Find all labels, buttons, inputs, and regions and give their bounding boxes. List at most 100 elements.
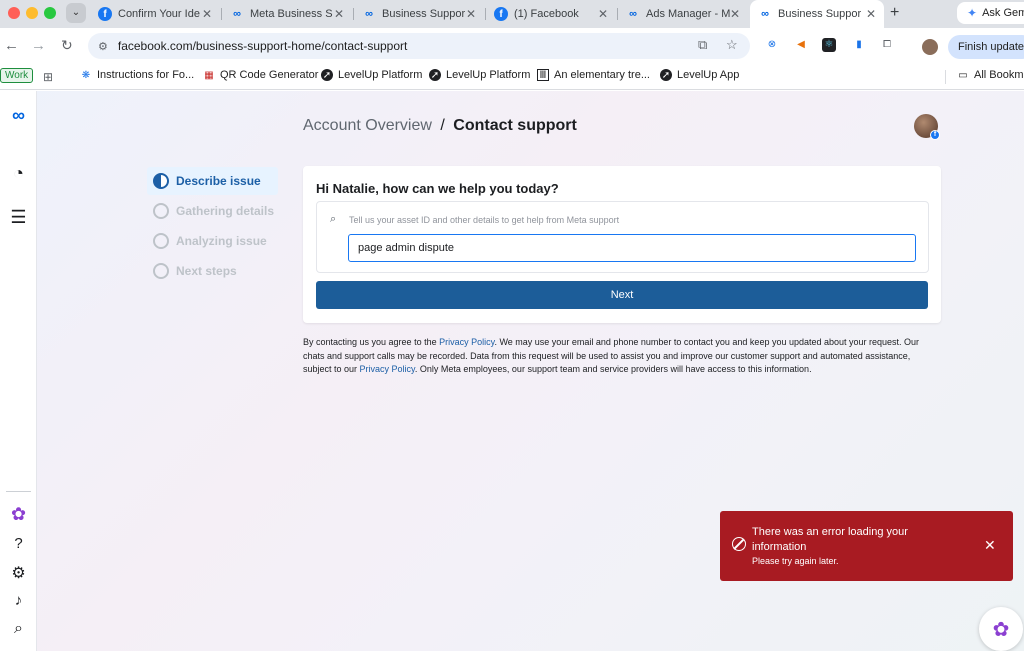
close-tab-icon[interactable]: ✕ — [202, 7, 212, 21]
levelup-rocket-icon: ➚ — [660, 69, 672, 81]
extension-docs-icon[interactable]: ▮ — [852, 38, 866, 52]
browser-tab[interactable]: ∞ Business Suppor ✕ — [354, 0, 484, 28]
half-filled-circle-icon — [153, 173, 169, 189]
search-icon[interactable]: ⌕ — [0, 620, 37, 638]
tab-title: Meta Business S — [250, 8, 333, 20]
levelup-rocket-icon: ➚ — [429, 69, 441, 81]
extension-shield-icon[interactable]: ⊗ — [765, 38, 779, 52]
step-list: Describe issue Gathering details Analyzi… — [147, 167, 278, 287]
browser-profile-avatar[interactable] — [922, 39, 938, 55]
notifications-bell-icon[interactable]: ♪ — [0, 592, 37, 609]
bookmark-levelup-platform[interactable]: ➚ LevelUp Platform — [321, 69, 422, 81]
bookmark-label: Instructions for Fo... — [97, 69, 195, 81]
breadcrumb: Account Overview / Contact support — [303, 117, 577, 135]
step-analyzing-issue: Analyzing issue — [147, 227, 278, 255]
menu-hamburger-icon[interactable]: ☰ — [0, 207, 37, 228]
meta-icon: ∞ — [365, 8, 373, 20]
privacy-policy-link[interactable]: Privacy Policy — [439, 337, 494, 347]
page-title: Contact support — [453, 117, 577, 134]
browser-tab-active[interactable]: ∞ Business Suppor ✕ — [750, 0, 884, 28]
empty-circle-icon — [153, 203, 169, 219]
meta-logo-icon[interactable]: ∞ — [0, 105, 37, 126]
all-bookmarks-folder[interactable]: ▭ All Bookma — [957, 69, 1024, 81]
library-columns-icon: Ⅲ — [537, 69, 549, 81]
privacy-disclaimer: By contacting us you agree to the Privac… — [303, 336, 933, 377]
reload-icon[interactable]: ↻ — [61, 37, 73, 54]
disclaimer-text: By contacting us you agree to the — [303, 337, 440, 347]
meta-ai-assistant-button[interactable]: ✿ — [979, 607, 1023, 651]
meta-icon: ∞ — [761, 8, 769, 20]
close-tab-icon[interactable]: ✕ — [866, 7, 876, 21]
step-label: Describe issue — [176, 174, 261, 188]
settings-gear-icon[interactable]: ⚙ — [0, 563, 37, 583]
browser-tab[interactable]: f (1) Facebook ✕ — [486, 0, 616, 28]
meta-icon: ∞ — [233, 8, 241, 20]
facebook-badge-icon: f — [930, 130, 940, 140]
toast-title: There was an error loading your informat… — [752, 526, 908, 553]
close-toast-icon[interactable]: ✕ — [984, 537, 996, 554]
tab-title: Business Suppor — [778, 8, 862, 20]
close-tab-icon[interactable]: ✕ — [598, 7, 608, 21]
help-question-icon[interactable]: ? — [0, 535, 37, 552]
apps-grid-icon[interactable]: ⊞ — [43, 70, 53, 84]
browser-tab[interactable]: f Confirm Your Ide ✕ — [90, 0, 220, 28]
tab-title: (1) Facebook — [514, 8, 579, 20]
disclaimer-text: . Only Meta employees, our support team … — [414, 364, 812, 374]
qr-code-icon: ▦ — [204, 69, 214, 81]
tab-strip: ⌄ f Confirm Your Ide ✕ ∞ Meta Business S… — [0, 0, 1024, 28]
finish-update-button[interactable]: Finish update — [948, 35, 1024, 59]
issue-description-input[interactable] — [348, 234, 916, 262]
privacy-policy-link[interactable]: Privacy Policy — [360, 364, 415, 374]
close-tab-icon[interactable]: ✕ — [334, 7, 344, 21]
bookmark-instructions[interactable]: ❋ Instructions for Fo... — [80, 69, 194, 81]
step-label: Analyzing issue — [176, 234, 267, 248]
back-arrow-icon[interactable]: ← — [4, 37, 19, 54]
tab-search-chevron-icon[interactable]: ⌄ — [66, 3, 86, 23]
maximize-window-button[interactable] — [44, 7, 56, 19]
search-hint: Tell us your asset ID and other details … — [349, 215, 620, 225]
browser-tab[interactable]: ∞ Meta Business S ✕ — [222, 0, 352, 28]
install-app-icon[interactable]: ⧉ — [698, 37, 707, 53]
bookmark-label: QR Code Generator — [220, 69, 319, 81]
dashboard-gauge-icon[interactable]: ◔ — [0, 163, 37, 184]
step-describe-issue: Describe issue — [147, 167, 278, 195]
minimize-window-button[interactable] — [26, 7, 38, 19]
bookmark-elementary-treatise[interactable]: Ⅲ An elementary tre... — [537, 69, 650, 81]
extension-react-icon[interactable]: ⚛ — [822, 38, 836, 52]
sparkle-search-icon: ⌕ — [330, 213, 337, 225]
address-toolbar: ← → ↻ ⚙ facebook.com/business-support-ho… — [0, 28, 1024, 64]
close-window-button[interactable] — [8, 7, 20, 19]
toast-subtitle: Please try again later. — [752, 556, 839, 566]
next-button[interactable]: Next — [316, 281, 928, 309]
bookmark-favicon-icon: ❋ — [81, 69, 91, 81]
url-text[interactable]: facebook.com/business-support-home/conta… — [118, 39, 407, 53]
step-label: Gathering details — [176, 204, 275, 218]
extensions-puzzle-icon[interactable]: ⧠ — [880, 38, 894, 52]
levelup-rocket-icon: ➚ — [321, 69, 333, 81]
empty-circle-icon — [153, 233, 169, 249]
step-label: Next steps — [176, 264, 237, 278]
meta-ai-flower-icon[interactable]: ✿ — [0, 504, 37, 525]
close-tab-icon[interactable]: ✕ — [730, 7, 740, 21]
bookmark-qr-code-generator[interactable]: ▦ QR Code Generator — [203, 69, 318, 81]
bookmark-label: LevelUp Platform — [338, 69, 423, 81]
omnibox[interactable]: ⚙ facebook.com/business-support-home/con… — [88, 33, 750, 59]
bookmark-work[interactable]: Work — [0, 68, 34, 83]
bookmark-label: An elementary tre... — [554, 69, 650, 81]
new-tab-plus-icon[interactable]: + — [890, 4, 899, 22]
breadcrumb-account-overview[interactable]: Account Overview — [303, 117, 432, 134]
bookmark-label: LevelUp Platform — [446, 69, 531, 81]
site-settings-icon[interactable]: ⚙ — [98, 40, 108, 53]
error-prohibited-icon — [732, 537, 746, 551]
forward-arrow-icon[interactable]: → — [31, 37, 46, 54]
extension-megaphone-icon[interactable]: ◀ — [794, 38, 808, 52]
error-toast: There was an error loading your informat… — [720, 511, 1013, 581]
browser-tab[interactable]: ∞ Ads Manager - M ✕ — [618, 0, 748, 28]
empty-circle-icon — [153, 263, 169, 279]
bookmark-levelup-platform-2[interactable]: ➚ LevelUp Platform — [429, 69, 530, 81]
bookmark-levelup-app[interactable]: ➚ LevelUp App — [660, 69, 739, 81]
ask-gemini-button[interactable]: ✦ Ask Gem — [957, 2, 1024, 24]
bookmark-star-icon[interactable]: ☆ — [726, 37, 738, 53]
close-tab-icon[interactable]: ✕ — [466, 7, 476, 21]
gemini-sparkle-icon: ✦ — [967, 6, 978, 20]
